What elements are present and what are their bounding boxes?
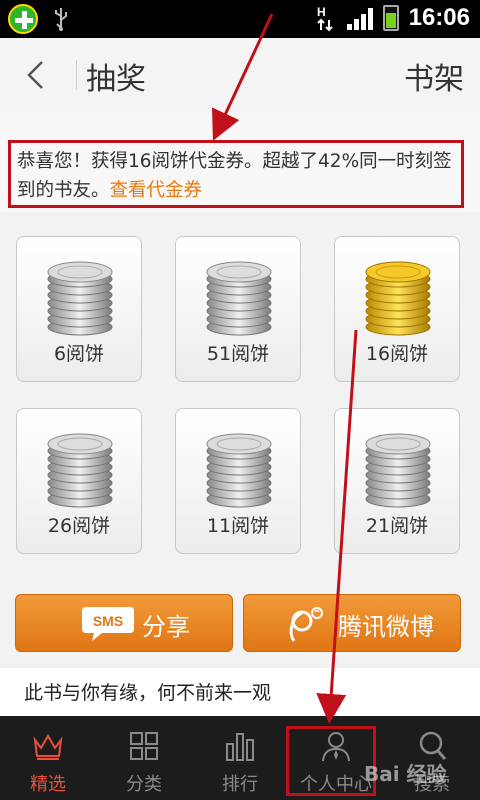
- coin-label: 6阅饼: [53, 343, 105, 365]
- coin-label: 16阅饼: [365, 343, 429, 365]
- tab-categories[interactable]: 分类: [96, 716, 192, 800]
- tab-label: 排行: [222, 774, 258, 795]
- result-message: 恭喜您！获得16阅饼代金券。超越了42%同一时刻签到的书友。查看代金券: [8, 140, 464, 208]
- recommend-text: 此书与你有缘，何不前来一观: [24, 682, 272, 704]
- clock: 16:06: [408, 4, 470, 31]
- personal-center-highlight: [286, 726, 376, 796]
- bookshelf-button[interactable]: 书架: [404, 54, 464, 98]
- view-voucher-link[interactable]: 查看代金券: [110, 180, 203, 201]
- title-divider: [76, 60, 77, 90]
- signal-icon: [346, 6, 373, 30]
- usb-icon: [55, 8, 67, 31]
- watermark: Bai 经验: [364, 762, 447, 786]
- coin-card-4[interactable]: 26阅饼: [16, 408, 142, 554]
- sms-icon-text: SMS: [93, 613, 123, 629]
- coin-card-6[interactable]: 21阅饼: [334, 408, 460, 554]
- result-text: 恭喜您！获得16阅饼代金券。超越了42%同一时刻签到的书友。: [17, 151, 452, 201]
- coin-label: 26阅饼: [47, 515, 111, 537]
- coin-card-2[interactable]: 51阅饼: [175, 236, 301, 382]
- tab-label: 精选: [30, 774, 66, 795]
- silver-coin-icon: [206, 433, 272, 508]
- coin-card-3[interactable]: 16阅饼: [334, 236, 460, 382]
- status-bar: H 16:06: [0, 0, 480, 38]
- recommend-banner[interactable]: 此书与你有缘，何不前来一观: [0, 668, 480, 716]
- weibo-share-button[interactable]: 腾讯微博: [243, 594, 461, 652]
- silver-coin-icon: [206, 261, 272, 336]
- chevron-left-icon[interactable]: [20, 58, 54, 92]
- crown-icon: [33, 734, 63, 760]
- grid-icon: [130, 732, 158, 760]
- coin-card-5[interactable]: 11阅饼: [175, 408, 301, 554]
- tab-featured[interactable]: 精选: [0, 716, 96, 800]
- battery-charging-icon: [382, 5, 399, 31]
- app-badge-icon: [8, 4, 38, 34]
- tab-label: 分类: [126, 774, 162, 795]
- coin-label: 21阅饼: [365, 515, 429, 537]
- tab-rankings[interactable]: 排行: [192, 716, 288, 800]
- result-message-area: 恭喜您！获得16阅饼代金券。超越了42%同一时刻签到的书友。查看代金券: [0, 112, 480, 212]
- hspa-icon: H: [317, 5, 333, 32]
- bar-chart-icon: [226, 733, 254, 761]
- silver-coin-icon: [47, 261, 113, 336]
- silver-coin-icon: [47, 433, 113, 508]
- coin-label: 11阅饼: [206, 515, 270, 537]
- sms-share-label: 分享: [142, 613, 190, 641]
- gold-coin-icon: [365, 261, 431, 336]
- sms-share-button[interactable]: SMS 分享: [15, 594, 233, 652]
- weibo-share-label: 腾讯微博: [338, 613, 434, 641]
- coin-label: 51阅饼: [206, 343, 270, 365]
- sms-icon: SMS: [82, 607, 134, 641]
- svg-text:H: H: [317, 5, 326, 19]
- silver-coin-icon: [365, 433, 431, 508]
- page-title: 抽奖: [86, 62, 146, 97]
- coin-card-1[interactable]: 6阅饼: [16, 236, 142, 382]
- title-bar: 抽奖 书架: [0, 38, 480, 113]
- weibo-icon: [289, 607, 323, 642]
